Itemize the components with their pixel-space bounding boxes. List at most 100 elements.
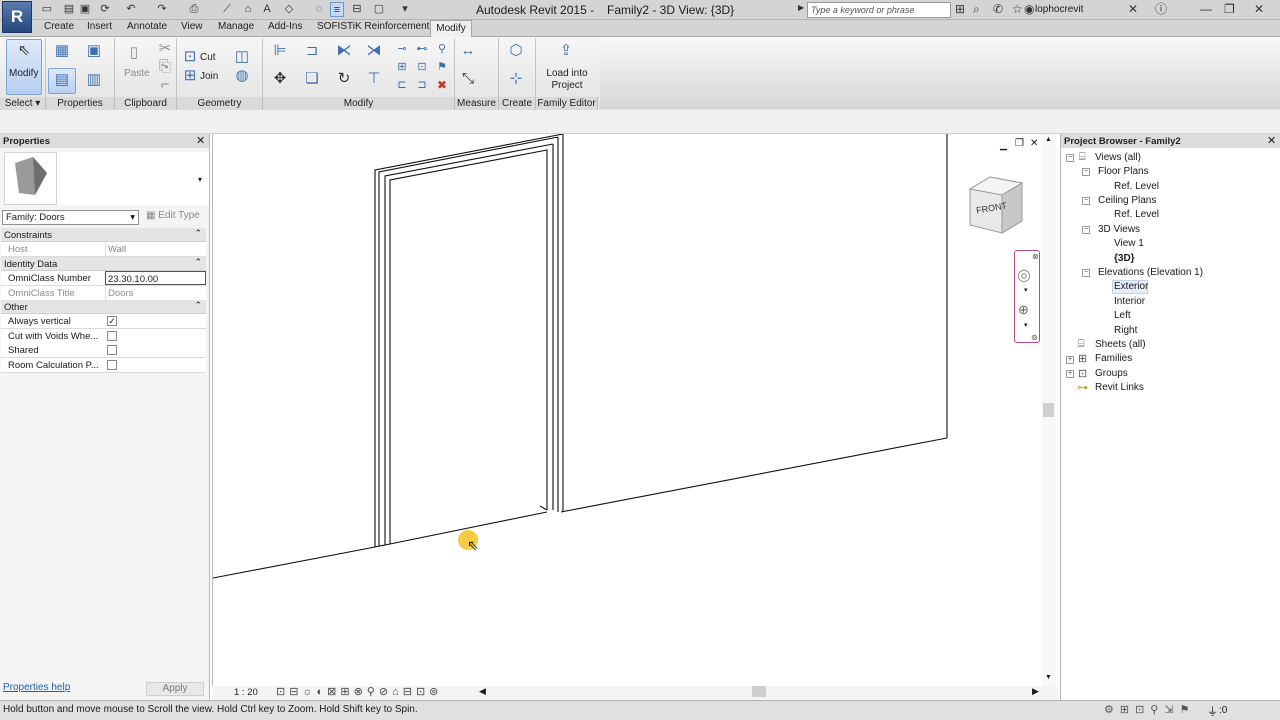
communication-icon[interactable]: ✆ xyxy=(993,2,1003,17)
tab-insert[interactable]: Insert xyxy=(87,21,112,32)
tree-node-right[interactable]: Right xyxy=(1114,325,1137,336)
paint-icon[interactable]: ◍ xyxy=(232,67,252,85)
align-icon[interactable]: ⊫ xyxy=(270,42,290,60)
close-view-icon[interactable]: ✕ xyxy=(1030,138,1038,149)
search-expand-icon[interactable]: ▶ xyxy=(798,3,804,12)
aligned-dimension-icon[interactable]: ↔ xyxy=(458,42,478,60)
tree-node-groups[interactable]: Groups xyxy=(1095,368,1128,379)
rotate-icon[interactable]: ↻ xyxy=(334,70,354,88)
switch-windows-icon[interactable]: ▢ xyxy=(372,2,386,17)
exchange-apps-icon[interactable]: ✕ xyxy=(1128,2,1138,17)
tab-modify[interactable]: Modify xyxy=(430,20,472,37)
property-row-shared[interactable]: Shared xyxy=(1,343,206,358)
cut-clip-icon[interactable]: ✂ xyxy=(155,40,175,58)
scale-icon[interactable]: ⊡ xyxy=(412,58,432,76)
tab-create[interactable]: Create xyxy=(44,21,74,32)
checkbox[interactable] xyxy=(107,345,117,355)
family-selector[interactable]: Family: Doors ▾ xyxy=(2,210,139,225)
help-icon[interactable]: ⓘ xyxy=(1155,2,1167,17)
property-row-omniclass-number[interactable]: OmniClass Number 23.30.10.00 xyxy=(1,271,206,286)
measure-icon[interactable]: ⟋ xyxy=(220,2,234,17)
match-icon[interactable]: ⌐ xyxy=(155,76,175,94)
chevron-left-icon[interactable]: ◀ xyxy=(479,686,486,697)
sync-icon[interactable]: ⟳ xyxy=(98,2,112,17)
paste-icon[interactable]: ▯ xyxy=(124,44,144,62)
collapse-toggle[interactable]: − xyxy=(1082,197,1090,205)
measure-distance-icon[interactable]: ⤡ xyxy=(458,70,478,88)
tree-node-interior[interactable]: Interior xyxy=(1114,296,1145,307)
join-geometry-icon[interactable]: ⊞ xyxy=(180,67,200,85)
property-row-cut-with-voids[interactable]: Cut with Voids Whe... xyxy=(1,329,206,344)
type-properties-icon[interactable]: ▦ xyxy=(52,42,72,60)
navigation-bar[interactable] xyxy=(1014,250,1040,343)
checkbox-checked[interactable]: ✓ xyxy=(107,316,117,326)
section-icon[interactable]: ◌ xyxy=(312,2,326,17)
close-icon[interactable]: ✕ xyxy=(1254,2,1264,17)
close-icon[interactable]: ✕ xyxy=(196,134,205,147)
3d-view-icon[interactable]: ◇ xyxy=(282,2,296,17)
expand-toggle[interactable]: + xyxy=(1066,370,1074,378)
tree-node-ref-level[interactable]: Ref. Level xyxy=(1114,209,1159,220)
binoculars-icon[interactable]: ⊞ xyxy=(955,2,965,17)
tab-manage[interactable]: Manage xyxy=(218,21,254,32)
group-identity-data[interactable]: Identity Data ⌃ xyxy=(1,257,206,271)
horizontal-scroll-thumb[interactable] xyxy=(752,686,766,697)
minimize-icon[interactable]: — xyxy=(1200,2,1212,17)
join-geometry-label[interactable]: Join xyxy=(200,71,218,82)
tree-node-views-all[interactable]: Views (all) xyxy=(1095,152,1141,163)
property-value-input[interactable]: 23.30.10.00 xyxy=(105,271,206,285)
panel-select-label[interactable]: Select ▾ xyxy=(0,97,46,110)
trim-icon[interactable]: ⊤ xyxy=(364,70,384,88)
tree-node-exterior[interactable]: Exterior xyxy=(1114,281,1148,292)
undo-icon[interactable]: ↶ xyxy=(124,2,138,17)
tree-node-ref-level[interactable]: Ref. Level xyxy=(1114,181,1159,192)
load-into-project-label[interactable]: Load into Project xyxy=(546,68,588,92)
family-types-icon[interactable]: ▥ xyxy=(84,71,104,89)
door-3d-model[interactable] xyxy=(213,134,1059,686)
selection-filter-icons[interactable]: ⚙⊞⊡⚲⇲⚑ xyxy=(1104,703,1195,716)
view-control-icons[interactable]: ⊡⊟☼◐⊠⊞⊗⚲⊘⌂⊟⊡⊚ xyxy=(276,685,442,698)
checkbox[interactable] xyxy=(107,331,117,341)
mirror-axis-icon[interactable]: ⧔ xyxy=(334,42,354,60)
tree-node-elevations[interactable]: Elevations (Elevation 1) xyxy=(1098,267,1203,278)
group-constraints[interactable]: Constraints ⌃ xyxy=(1,228,206,242)
chevron-down-icon[interactable]: ▾ xyxy=(1024,286,1028,294)
tab-annotate[interactable]: Annotate xyxy=(127,21,167,32)
scale-selector[interactable]: 1 : 20 xyxy=(234,687,258,698)
open-icon[interactable]: ▭ xyxy=(40,2,54,17)
pin-icon[interactable]: ⚑ xyxy=(432,58,452,76)
tab-add-ins[interactable]: Add-Ins xyxy=(268,21,302,32)
application-menu-button[interactable]: R xyxy=(2,1,32,33)
group-other[interactable]: Other ⌃ xyxy=(1,300,206,314)
move-icon[interactable]: ✥ xyxy=(270,70,290,88)
trim-multiple-icon[interactable]: ⊏ xyxy=(392,76,412,94)
chevron-right-icon[interactable]: ▶ xyxy=(1032,686,1039,697)
favorites-icon[interactable]: ☆ xyxy=(1012,2,1023,17)
viewcube[interactable]: FRONT xyxy=(966,175,1026,235)
copy-icon[interactable]: ⎘ xyxy=(155,58,175,76)
collapse-toggle[interactable]: − xyxy=(1066,154,1074,162)
tab-sofistik[interactable]: SOFISTiK Reinforcement xyxy=(317,21,429,32)
split-face-icon[interactable]: ◫ xyxy=(232,48,252,66)
search-input[interactable]: Type a keyword or phrase xyxy=(807,2,951,18)
thin-lines-icon[interactable]: ≡ xyxy=(330,2,344,17)
open-folder-icon[interactable]: ▤ xyxy=(62,2,76,17)
delete-icon[interactable]: ✖ xyxy=(432,76,452,94)
split-element-icon[interactable]: ⊸ xyxy=(392,40,412,58)
tag-icon[interactable]: ⌂ xyxy=(241,2,255,17)
tree-node-3d-views[interactable]: 3D Views xyxy=(1098,224,1140,235)
create-similar-icon[interactable]: ⬡ xyxy=(506,42,526,60)
options-icon[interactable]: ⊚ xyxy=(1031,333,1038,342)
edit-type-button[interactable]: ▦ Edit Type xyxy=(146,210,200,221)
mirror-draw-icon[interactable]: ⧕ xyxy=(364,42,384,60)
collapse-toggle[interactable]: − xyxy=(1082,168,1090,176)
zoom-icon[interactable]: ⊕ xyxy=(1018,302,1029,318)
drawing-viewport[interactable] xyxy=(212,134,1058,686)
tree-node-left[interactable]: Left xyxy=(1114,310,1131,321)
customize-dropdown-icon[interactable]: ▾ xyxy=(398,2,412,17)
tree-node-families[interactable]: Families xyxy=(1095,353,1132,364)
tree-node-revit-links[interactable]: Revit Links xyxy=(1095,382,1144,393)
array-icon[interactable]: ⊞ xyxy=(392,58,412,76)
collapse-toggle[interactable]: − xyxy=(1082,226,1090,234)
close-icon[interactable]: ✕ xyxy=(1267,134,1276,147)
